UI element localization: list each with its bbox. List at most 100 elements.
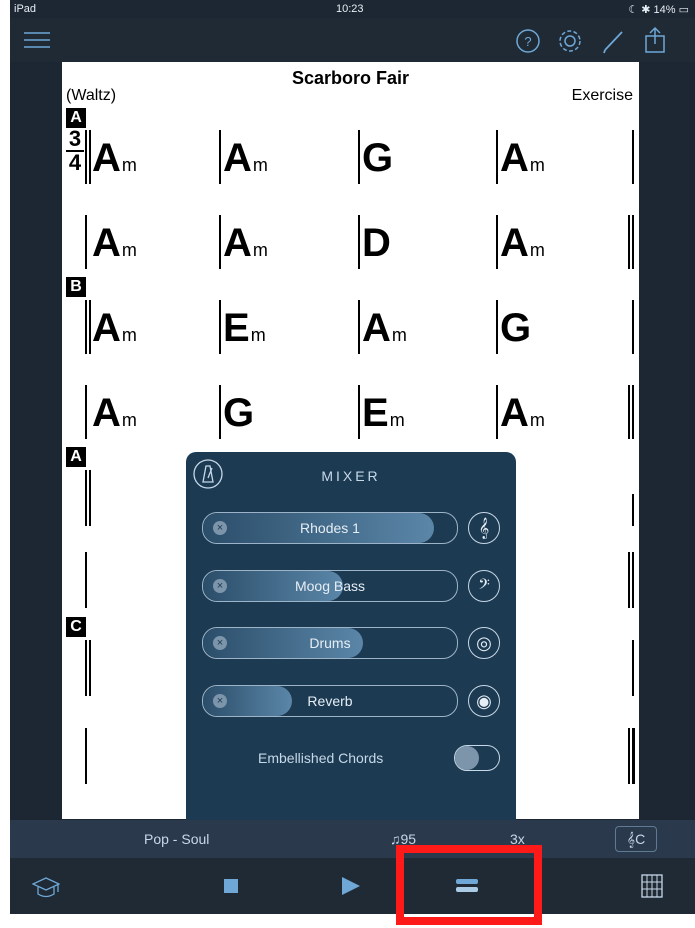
chord: G — [362, 136, 394, 180]
chord: Am — [92, 391, 137, 435]
treble-clef-small-icon: 𝄞 — [626, 831, 636, 847]
chord: Em — [362, 391, 405, 435]
barline — [85, 300, 87, 354]
chord: Am — [362, 306, 407, 350]
treble-clef-icon[interactable]: 𝄞 — [468, 512, 500, 544]
barline — [632, 130, 634, 184]
chord: G — [500, 306, 532, 350]
chord: Em — [223, 306, 266, 350]
chord: G — [223, 391, 255, 435]
channel-drums-slider[interactable]: × Drums — [202, 627, 458, 659]
barline — [85, 215, 87, 269]
channel-name: Drums — [309, 635, 351, 651]
chord: Am — [223, 136, 268, 180]
chord: Am — [92, 221, 137, 265]
battery-label: ☾ ✱ 14% ▭ — [628, 4, 689, 16]
app-window: iPad 10:23 ☾ ✱ 14% ▭ ? Scarboro Fair (Wa… — [10, 0, 695, 914]
menu-icon[interactable] — [24, 31, 50, 49]
svg-text:?: ? — [524, 34, 531, 49]
highlight-box — [396, 845, 542, 925]
help-icon[interactable]: ? — [515, 28, 541, 54]
barline — [85, 385, 87, 439]
chord: Am — [500, 136, 545, 180]
bass-clef-icon[interactable]: 𝄢 — [468, 570, 500, 602]
play-icon[interactable] — [340, 877, 360, 895]
toggle-knob — [455, 746, 479, 770]
barline — [219, 130, 221, 184]
status-bar: iPad 10:23 ☾ ✱ 14% ▭ — [10, 0, 695, 18]
gear-icon[interactable] — [556, 27, 584, 55]
chord: Am — [223, 221, 268, 265]
barline — [632, 494, 634, 526]
barline — [219, 385, 221, 439]
barline — [358, 385, 360, 439]
style-selector[interactable]: Pop - Soul — [144, 831, 209, 847]
time-signature-bottom: 4 — [68, 150, 82, 175]
barline — [89, 470, 91, 526]
barline — [628, 215, 630, 269]
time-signature-top: 3 — [66, 128, 84, 152]
barline — [85, 470, 87, 526]
info-bar: Pop - Soul ♫95 3x 𝄞C — [10, 820, 695, 858]
final-barline — [632, 728, 635, 784]
bottom-toolbar — [10, 858, 695, 914]
barline — [89, 130, 91, 184]
rehearsal-mark-a2: A — [66, 447, 86, 467]
barline — [496, 130, 498, 184]
channel-name: Rhodes 1 — [300, 520, 360, 536]
barline — [89, 640, 91, 696]
carrier-label: iPad — [14, 3, 37, 15]
chord-grid-icon[interactable] — [641, 874, 663, 898]
chord: Am — [500, 221, 545, 265]
channel-name: Reverb — [307, 693, 353, 709]
share-icon[interactable] — [644, 26, 666, 54]
song-style: (Waltz) — [66, 87, 117, 104]
barline — [358, 300, 360, 354]
channel-moog-bass-slider[interactable]: × Moog Bass — [202, 570, 458, 602]
barline — [496, 215, 498, 269]
channel-name: Moog Bass — [294, 578, 366, 594]
chord: Am — [500, 391, 545, 435]
barline — [219, 300, 221, 354]
song-label: Exercise — [571, 87, 633, 104]
chord: Am — [92, 136, 137, 180]
channel-reverb-slider[interactable]: × Reverb — [202, 685, 458, 717]
rehearsal-mark-c: C — [66, 617, 86, 637]
barline — [358, 130, 360, 184]
chord: Am — [92, 306, 137, 350]
barline — [496, 300, 498, 354]
time-signature: 3 4 — [66, 128, 84, 174]
barline — [632, 300, 634, 354]
reverb-icon[interactable]: ◉ — [468, 685, 500, 717]
barline — [85, 130, 87, 184]
barline — [219, 215, 221, 269]
barline — [89, 300, 91, 354]
rehearsal-mark-a: A — [66, 108, 86, 128]
barline — [85, 728, 87, 784]
barline — [632, 640, 634, 696]
channel-rhodes-slider[interactable]: × Rhodes 1 — [202, 512, 458, 544]
key-selector[interactable]: 𝄞C — [615, 826, 657, 852]
stop-icon[interactable] — [224, 879, 238, 893]
barline — [632, 215, 634, 269]
barline — [628, 552, 630, 608]
barline — [628, 728, 630, 784]
embellished-chords-label: Embellished Chords — [258, 750, 384, 766]
clock: 10:23 — [336, 3, 364, 15]
drum-icon[interactable]: ◎ — [468, 627, 500, 659]
embellished-chords-toggle[interactable] — [454, 745, 500, 771]
mixer-panel: MIXER × Rhodes 1 𝄞 × Moog Bass 𝄢 × Drums… — [186, 452, 516, 820]
top-navbar: ? — [10, 18, 695, 62]
barline — [632, 552, 634, 608]
barline — [628, 385, 630, 439]
rehearsal-mark-b: B — [66, 277, 86, 297]
mixer-title: MIXER — [321, 468, 381, 484]
barline — [632, 385, 634, 439]
barline — [85, 552, 87, 608]
song-title: Scarboro Fair — [291, 68, 410, 88]
barline — [496, 385, 498, 439]
barline — [358, 215, 360, 269]
practice-icon[interactable] — [32, 876, 60, 900]
barline — [85, 640, 87, 696]
edit-icon[interactable] — [602, 28, 626, 54]
